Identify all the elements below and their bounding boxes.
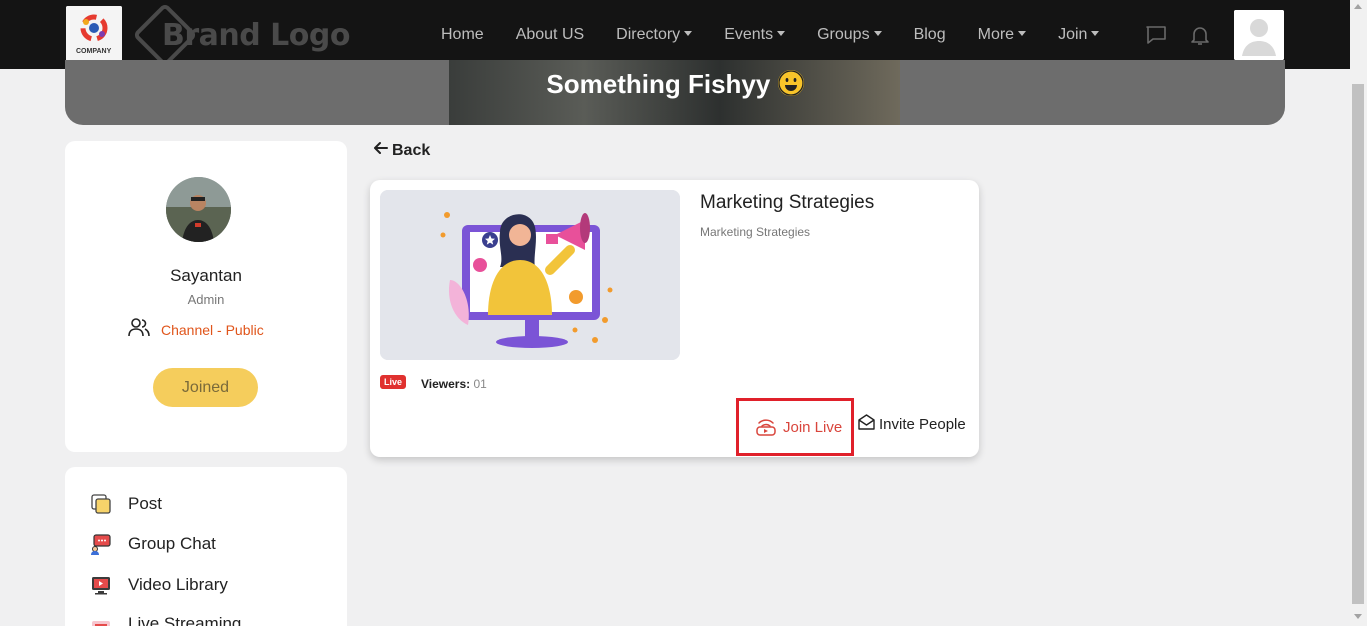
nav-events[interactable]: Events [724,25,786,44]
scroll-up-arrow-icon[interactable] [1354,4,1362,9]
nav-links: Home About US Directory Events Groups Bl… [441,0,1131,69]
viewers-label: Viewers: [421,377,471,391]
caret-down-icon [1091,30,1100,36]
menu-item-group-chat[interactable]: Group Chat [90,533,216,555]
nav-events-label: Events [724,25,774,43]
joined-button[interactable]: Joined [153,368,258,407]
nav-join-label: Join [1058,25,1088,43]
nav-about-us[interactable]: About US [516,26,584,44]
group-title-text: Something Fishyy [546,69,771,99]
user-avatar-icon[interactable] [1234,10,1284,60]
nav-blog[interactable]: Blog [914,26,946,44]
video-library-icon [90,574,112,596]
live-badge: Live [380,375,407,389]
group-title: Something Fishyy [65,69,1285,100]
nav-directory-label: Directory [616,25,681,43]
nav-directory[interactable]: Directory [616,25,693,44]
chat-icon[interactable] [1145,24,1167,51]
menu-label-live-streaming: Live Streaming [128,614,242,626]
nav-groups-label: Groups [817,25,870,43]
scroll-down-arrow-icon[interactable] [1354,614,1362,619]
back-link[interactable]: Back [373,141,430,160]
top-navbar: COMPANY Brand Logo Home About US Directo… [0,0,1350,69]
nav-join[interactable]: Join [1058,25,1100,44]
back-label: Back [392,141,431,159]
brand-logo[interactable]: Brand Logo [132,2,351,68]
live-stream-card: Marketing Strategies Marketing Strategie… [370,180,979,457]
grinning-emoji-icon [777,70,804,96]
group-menu-card: Post Group Chat Video Library Live Strea… [65,467,347,626]
users-icon [127,317,151,342]
live-streaming-icon [90,613,112,626]
menu-label-post: Post [128,494,163,513]
join-live-label: Join Live [783,418,843,436]
caret-down-icon [873,30,882,36]
nav-groups[interactable]: Groups [817,25,882,44]
invite-people-button[interactable]: Invite People [858,414,966,434]
stream-thumbnail[interactable] [380,190,680,360]
company-logo[interactable]: COMPANY [66,6,122,64]
envelope-open-icon [858,414,875,434]
nav-home-label: Home [441,25,484,43]
group-chat-icon [90,533,112,555]
menu-item-live-streaming[interactable]: Live Streaming [90,613,241,626]
group-banner: Something Fishyy [65,60,1285,125]
menu-label-group-chat: Group Chat [128,534,216,553]
brand-text: Brand Logo [162,17,351,53]
menu-item-video-library[interactable]: Video Library [90,574,228,596]
profile-card: Sayantan Admin Channel - Public Joined [65,141,347,452]
viewers-count: Viewers: 01 [421,377,487,391]
profile-name: Sayantan [170,266,242,285]
nav-more[interactable]: More [977,25,1027,44]
invite-people-label: Invite People [879,415,966,433]
join-live-button[interactable]: Join Live [736,398,854,456]
arrow-left-icon [373,141,388,160]
profile-role: Admin [187,292,225,307]
live-broadcast-icon [755,414,777,440]
caret-down-icon [684,30,693,36]
scrollbar-thumb[interactable] [1352,84,1364,604]
post-icon [90,493,112,515]
nav-home[interactable]: Home [441,26,484,44]
stream-subtitle: Marketing Strategies [700,225,811,239]
caret-down-icon [1018,30,1027,36]
channel-label: Channel - Public [161,321,264,338]
menu-label-video-library: Video Library [128,575,228,594]
stream-title: Marketing Strategies [700,192,875,213]
caret-down-icon [777,30,786,36]
nav-about-label: About US [515,25,585,43]
bell-icon[interactable] [1189,24,1211,51]
menu-item-post[interactable]: Post [90,493,162,515]
nav-more-label: More [977,25,1015,43]
profile-avatar [166,177,231,242]
company-logo-text: COMPANY [76,48,112,55]
channel-visibility: Channel - Public [127,317,264,342]
viewers-value: 01 [473,377,487,391]
nav-blog-label: Blog [913,25,946,43]
